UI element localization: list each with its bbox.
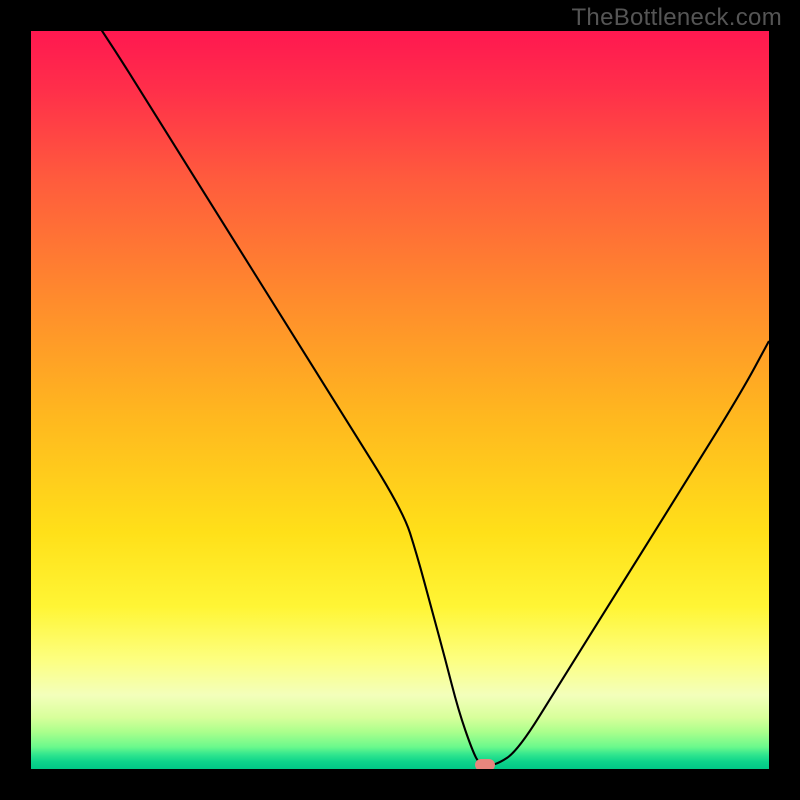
chart-frame: TheBottleneck.com <box>0 0 800 800</box>
optimal-point-marker <box>475 759 495 769</box>
bottleneck-curve <box>31 31 769 769</box>
curve-path <box>31 31 769 765</box>
watermark-text: TheBottleneck.com <box>571 4 782 32</box>
plot-area <box>31 31 769 769</box>
